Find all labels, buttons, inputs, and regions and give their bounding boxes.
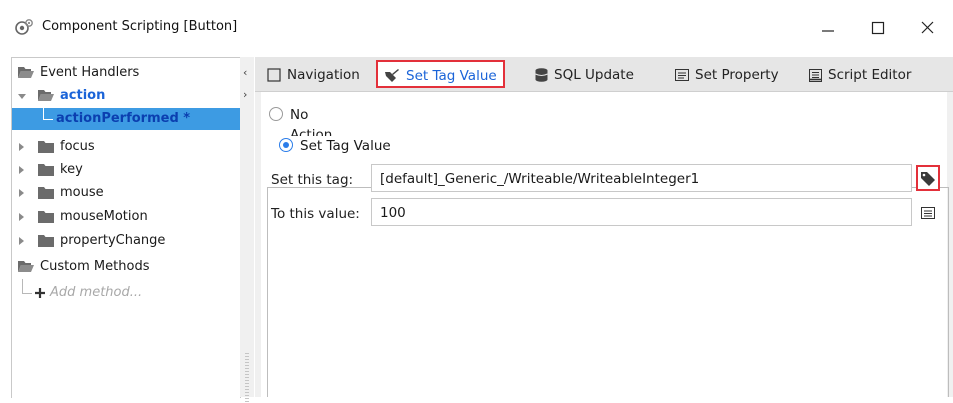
tag-browser-button[interactable] bbox=[916, 165, 940, 191]
tag-icon bbox=[921, 172, 935, 186]
tab-label: Script Editor bbox=[828, 67, 912, 83]
tree-label: key bbox=[60, 162, 83, 177]
folder-icon bbox=[38, 211, 54, 223]
radio-label: Set Tag Value bbox=[300, 138, 391, 154]
splitter-grip[interactable] bbox=[245, 353, 249, 403]
component-scripting-icon bbox=[15, 19, 33, 35]
tab-set-tag-value[interactable]: Set Tag Value bbox=[376, 60, 505, 88]
tree-label: action bbox=[60, 88, 106, 103]
set-tag-value-radio[interactable]: Set Tag Value bbox=[279, 136, 391, 156]
navigation-icon bbox=[267, 68, 281, 82]
collapse-left-icon[interactable]: ‹ bbox=[243, 66, 247, 79]
minimize-icon[interactable] bbox=[808, 14, 848, 42]
tree-label: Custom Methods bbox=[40, 259, 150, 274]
chevron-right-icon[interactable] bbox=[19, 143, 24, 151]
tree-label: mouseMotion bbox=[60, 209, 148, 224]
chevron-right-icon[interactable] bbox=[19, 237, 24, 245]
value-label: To this value: bbox=[271, 206, 360, 222]
folder-open-icon bbox=[18, 67, 34, 78]
plus-icon bbox=[35, 288, 45, 298]
event-handler-tree: Event Handlers action actionPerformed * … bbox=[11, 57, 241, 398]
tree-label: mouse bbox=[60, 185, 104, 200]
tree-item-action-performed[interactable]: actionPerformed * bbox=[12, 108, 240, 130]
database-icon bbox=[535, 68, 548, 82]
set-tag-value-content: No Action Set Tag Value Set this tag: [d… bbox=[261, 92, 949, 397]
tab-label: SQL Update bbox=[554, 67, 634, 83]
radio-button[interactable] bbox=[269, 107, 283, 121]
value-field[interactable]: 100 bbox=[371, 198, 912, 226]
tree-label: focus bbox=[60, 139, 95, 154]
splitter[interactable]: ‹ › bbox=[240, 57, 254, 403]
tag-label: Set this tag: bbox=[271, 172, 354, 188]
tab-navigation[interactable]: Navigation bbox=[267, 62, 360, 88]
folder-icon bbox=[38, 141, 54, 153]
folder-icon bbox=[38, 235, 54, 247]
folder-icon bbox=[38, 164, 54, 176]
chevron-right-icon[interactable] bbox=[19, 189, 24, 197]
radio-button-selected[interactable] bbox=[279, 138, 293, 152]
tag-pencil-icon bbox=[385, 69, 399, 82]
expand-right-icon[interactable]: › bbox=[243, 88, 247, 101]
tab-set-property[interactable]: Set Property bbox=[675, 62, 779, 88]
tab-label: Set Property bbox=[695, 67, 779, 83]
maximize-icon[interactable] bbox=[858, 14, 898, 42]
tree-label: Event Handlers bbox=[40, 65, 140, 80]
close-icon[interactable] bbox=[908, 14, 948, 42]
folder-icon bbox=[38, 187, 54, 199]
folder-open-icon bbox=[38, 90, 54, 101]
window-title: Component Scripting [Button] bbox=[42, 19, 238, 34]
script-icon bbox=[809, 68, 822, 82]
chevron-right-icon[interactable] bbox=[19, 213, 24, 221]
tab-script-editor[interactable]: Script Editor bbox=[809, 62, 911, 88]
folder-open-icon bbox=[18, 261, 34, 272]
property-icon bbox=[675, 69, 689, 81]
tab-label: Navigation bbox=[287, 67, 360, 83]
window-titlebar: Component Scripting [Button] bbox=[0, 0, 953, 56]
tab-sql-update[interactable]: SQL Update bbox=[535, 62, 634, 88]
action-panel: Navigation Set Tag Value SQL Update Set … bbox=[255, 57, 953, 397]
tree-label: propertyChange bbox=[60, 233, 166, 248]
tree-label: actionPerformed * bbox=[56, 111, 191, 126]
action-tabs: Navigation Set Tag Value SQL Update Set … bbox=[255, 57, 953, 92]
chevron-right-icon[interactable] bbox=[19, 166, 24, 174]
chevron-down-icon[interactable] bbox=[18, 94, 26, 99]
tree-label: Add method... bbox=[50, 285, 143, 300]
tag-path-field[interactable]: [default]_Generic_/Writeable/WriteableIn… bbox=[371, 164, 912, 192]
tab-label: Set Tag Value bbox=[406, 68, 497, 84]
expression-editor-icon[interactable] bbox=[921, 207, 935, 219]
